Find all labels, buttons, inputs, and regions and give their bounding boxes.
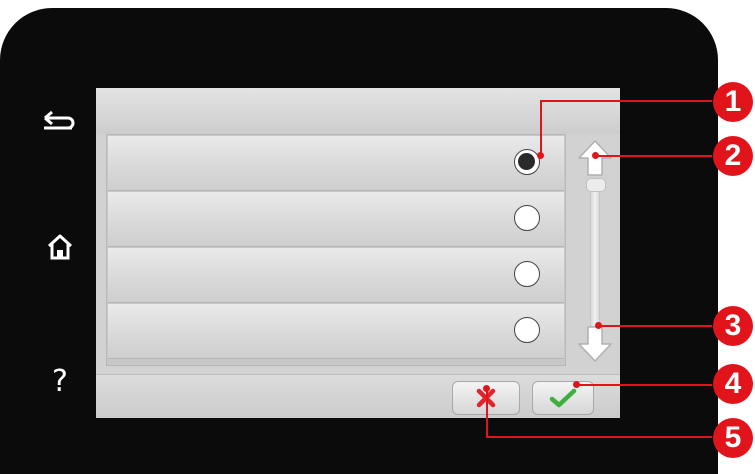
callout-anchor-5	[483, 385, 490, 392]
callout-leader-5	[486, 388, 488, 438]
callout-anchor-1	[537, 152, 544, 159]
help-icon: ?	[52, 364, 68, 399]
radio-button[interactable]	[514, 205, 540, 231]
printer-panel-figure: ? 1 2 3 4 5	[0, 0, 755, 474]
callout-leader-1	[540, 100, 712, 102]
option-row-4[interactable]	[108, 304, 564, 359]
radio-button-selected[interactable]	[514, 149, 540, 175]
scroll-down-button[interactable]	[576, 324, 614, 364]
confirm-check-icon	[549, 388, 577, 408]
back-button[interactable]	[40, 102, 80, 142]
home-icon	[45, 232, 75, 262]
down-arrow-icon	[578, 326, 612, 362]
home-button[interactable]	[40, 227, 80, 267]
callout-anchor-4	[573, 381, 580, 388]
callout-number-1: 1	[713, 82, 753, 122]
callout-number-3: 3	[713, 306, 753, 346]
callout-anchor-2	[592, 152, 599, 159]
scroll-track[interactable]	[590, 178, 600, 328]
help-button[interactable]: ?	[40, 362, 80, 402]
option-list	[106, 134, 566, 366]
callout-leader-3	[598, 325, 712, 327]
callout-number-4: 4	[713, 364, 753, 404]
callout-leader-4	[576, 384, 712, 386]
callout-number-2: 2	[713, 136, 753, 176]
scroll-thumb[interactable]	[586, 178, 606, 192]
callout-leader-2	[595, 155, 712, 157]
back-arrow-icon	[42, 109, 78, 135]
device-bezel: ?	[0, 8, 718, 474]
callout-number-5: 5	[713, 418, 753, 458]
callout-leader-5	[486, 436, 712, 438]
option-row-2[interactable]	[108, 192, 564, 247]
action-bar	[96, 374, 620, 418]
option-row-1[interactable]	[108, 136, 564, 191]
scrollbar[interactable]	[574, 138, 616, 364]
radio-button[interactable]	[514, 317, 540, 343]
radio-button[interactable]	[514, 261, 540, 287]
confirm-button[interactable]	[532, 381, 594, 415]
option-row-3[interactable]	[108, 248, 564, 303]
callout-leader-1	[540, 100, 542, 155]
callout-anchor-3	[595, 322, 602, 329]
